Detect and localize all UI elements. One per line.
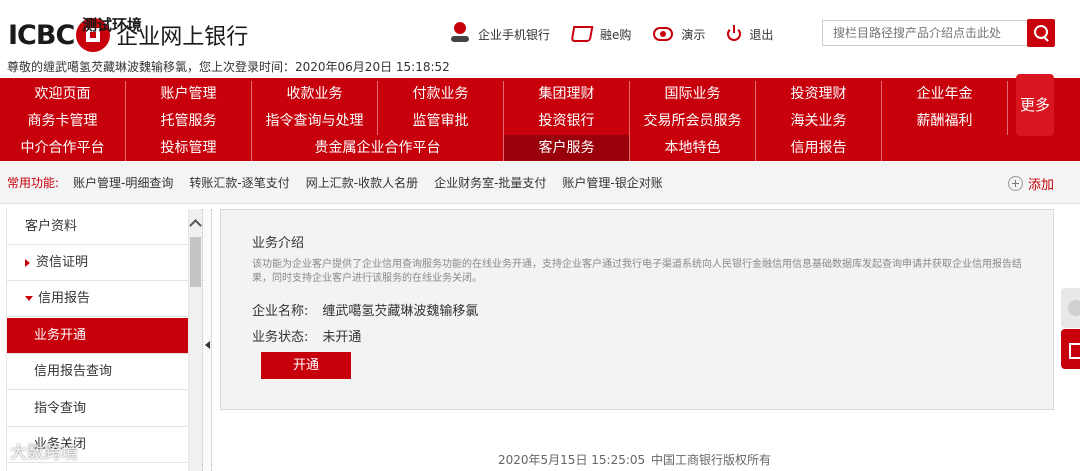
sidebar-item-instruction-query[interactable]: 指令查询 (7, 391, 188, 427)
panel-title: 业务介绍 (252, 236, 305, 251)
nav-exchange-member[interactable]: 交易所会员服务 (630, 108, 756, 135)
nav-credit-report[interactable]: 信用报告 (756, 135, 882, 162)
search-button[interactable] (1027, 19, 1055, 47)
sidebar-item-label: 资信证明 (36, 255, 89, 270)
quick-functions-label: 常用功能: (7, 175, 60, 190)
sidebar: 客户资料 资信证明 信用报告 业务开通 信用报告查询 指令查询 业务关闭 (6, 209, 202, 471)
rong-e-gou-link[interactable]: 融e购 (570, 22, 632, 46)
nav-international[interactable]: 国际业务 (630, 81, 756, 108)
panel-description: 该功能为企业客户提供了企业信用查询服务功能的在线业务开通，支持企业客户通过我行电… (252, 259, 1022, 284)
power-icon (727, 25, 742, 41)
nav-annuity[interactable]: 企业年金 (882, 81, 1008, 108)
nav-custody[interactable]: 托管服务 (126, 108, 252, 135)
top-links: 企业手机银行 融e购 演示 退出 (450, 22, 795, 46)
nav-supervision[interactable]: 监管审批 (378, 108, 504, 135)
quick-link[interactable]: 账户管理-银企对账 (562, 174, 662, 191)
sidebar-item-credit-report-query[interactable]: 信用报告查询 (7, 354, 188, 390)
sidebar-item-label: 业务开通 (34, 328, 87, 343)
cart-icon (570, 26, 594, 42)
scrollbar-thumb[interactable] (190, 237, 201, 287)
nav-bidding[interactable]: 投标管理 (126, 135, 252, 162)
welcome-text: 尊敬的缠武噶氢芡藏琳波魏输移氯，您上次登录时间：2020年06月20日 15:1… (7, 60, 450, 74)
nav-customer-service[interactable]: 客户服务 (504, 135, 630, 162)
nav-more-button[interactable]: 更多 (1016, 74, 1054, 136)
quick-link[interactable]: 网上汇款-收款人名册 (306, 174, 418, 191)
nav-payments[interactable]: 付款业务 (378, 81, 504, 108)
nav-welcome[interactable]: 欢迎页面 (0, 81, 126, 108)
nav-receipts[interactable]: 收款业务 (252, 81, 378, 108)
quick-link[interactable]: 转账汇款-逐笔支付 (189, 174, 289, 191)
collapse-arrow-icon[interactable] (205, 341, 210, 349)
logout-link[interactable]: 退出 (727, 22, 773, 46)
caret-right-icon (25, 258, 30, 267)
add-quick-function-button[interactable]: 添加 (1008, 174, 1054, 193)
sidebar-item-label: 指令查询 (34, 401, 87, 416)
demo-label: 演示 (681, 27, 706, 42)
nav-row-3: 中介合作平台 投标管理 贵金属企业合作平台 客户服务 本地特色 信用报告 (0, 135, 882, 162)
quick-functions-bar: 常用功能: 账户管理-明细查询 转账汇款-逐笔支付 网上汇款-收款人名册 企业财… (0, 161, 1080, 204)
nav-row-2: 商务卡管理 托管服务 指令查询与处理 监管审批 投资银行 交易所会员服务 海关业… (0, 108, 1008, 135)
business-status-value: 未开通 (322, 330, 362, 345)
rong-e-gou-label: 融e购 (600, 27, 632, 42)
float-help-button[interactable] (1061, 288, 1080, 328)
header: ICBC 企业网上银行 测试环境 尊敬的缠武噶氢芡藏琳波魏输移氯，您上次登录时间… (0, 0, 1080, 78)
company-name-label: 企业名称: (252, 304, 309, 319)
logo-text: ICBC (8, 19, 75, 51)
search-input[interactable] (822, 20, 1028, 46)
nav-local-features[interactable]: 本地特色 (630, 135, 756, 162)
company-name-field: 企业名称: 缠武噶氢芡藏琳波魏输移氯 (252, 300, 478, 319)
caret-down-icon (25, 296, 33, 301)
nav-account-management[interactable]: 账户管理 (126, 81, 252, 108)
demo-link[interactable]: 演示 (653, 22, 705, 46)
logout-label: 退出 (749, 27, 774, 42)
footer-date: 2020年5月15日 15:25:05 (498, 453, 646, 467)
sidebar-item-business-open[interactable]: 业务开通 (7, 318, 188, 354)
watermark: 大数跨境 (10, 443, 78, 463)
company-name-value: 缠武噶氢芡藏琳波魏输移氯 (322, 304, 479, 319)
mobile-bank-icon (450, 22, 470, 46)
nav-customs[interactable]: 海关业务 (756, 108, 882, 135)
nav-investment[interactable]: 投资理财 (756, 81, 882, 108)
sidebar-scrollbar[interactable] (188, 209, 202, 471)
main-nav: 欢迎页面 账户管理 收款业务 付款业务 集团理财 国际业务 投资理财 企业年金 … (0, 74, 1080, 162)
nav-group-finance[interactable]: 集团理财 (504, 81, 630, 108)
nav-agency[interactable]: 中介合作平台 (0, 135, 126, 162)
business-status-field: 业务状态: 未开通 (252, 326, 361, 345)
demo-icon (653, 27, 674, 41)
sidebar-item-credit-certificate[interactable]: 资信证明 (7, 245, 188, 281)
sidebar-item-customer-info[interactable]: 客户资料 (7, 209, 188, 245)
quick-link[interactable]: 账户管理-明细查询 (73, 174, 173, 191)
nav-row-1: 欢迎页面 账户管理 收款业务 付款业务 集团理财 国际业务 投资理财 企业年金 (0, 81, 1008, 108)
mobile-bank-label: 企业手机银行 (478, 27, 551, 42)
nav-precious-metals[interactable]: 贵金属企业合作平台 (252, 135, 504, 162)
business-intro-panel: 业务介绍 该功能为企业客户提供了企业信用查询服务功能的在线业务开通，支持企业客户… (220, 209, 1054, 410)
nav-investment-bank[interactable]: 投资银行 (504, 108, 630, 135)
chevron-up-icon[interactable] (189, 219, 202, 232)
environment-label: 测试环境 (82, 16, 143, 34)
business-status-label: 业务状态: (252, 330, 309, 345)
sidebar-item-credit-report[interactable]: 信用报告 (7, 281, 188, 317)
quick-link[interactable]: 企业财务室-批量支付 (434, 174, 546, 191)
plus-circle-icon (1008, 176, 1023, 191)
nav-payroll[interactable]: 薪酬福利 (882, 108, 1008, 135)
mobile-bank-link[interactable]: 企业手机银行 (450, 22, 550, 46)
footer-copyright: 中国工商银行版权所有 (651, 453, 772, 467)
open-service-button[interactable]: 开通 (261, 352, 351, 379)
sidebar-collapse-handle[interactable] (202, 209, 212, 471)
nav-instruction-query[interactable]: 指令查询与处理 (252, 108, 378, 135)
sidebar-item-label: 客户资料 (25, 219, 78, 234)
float-tool-button[interactable] (1061, 329, 1080, 369)
sidebar-item-label: 信用报告 (38, 291, 91, 306)
sidebar-item-label: 信用报告查询 (34, 364, 113, 379)
nav-business-card[interactable]: 商务卡管理 (0, 108, 126, 135)
add-label: 添加 (1028, 178, 1055, 193)
